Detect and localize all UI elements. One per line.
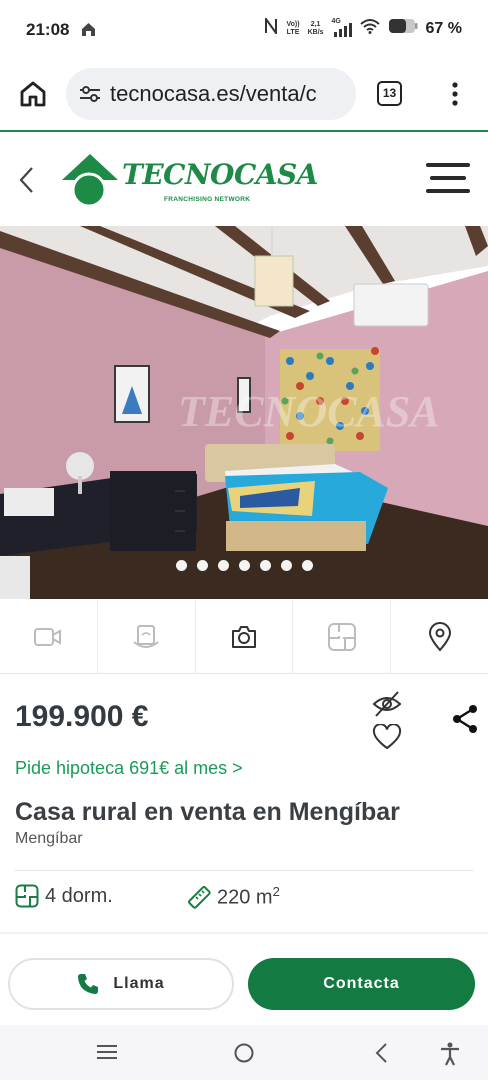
property-photo[interactable]: TECNOCASA xyxy=(0,226,488,599)
tab-switcher-button[interactable]: 13 xyxy=(377,81,402,106)
signal-icon: 4G xyxy=(332,18,352,38)
network-speed: 2,1 KB/s xyxy=(307,20,324,36)
hide-listing-icon[interactable] xyxy=(372,690,402,723)
photos-tab[interactable] xyxy=(196,600,294,673)
nfc-icon xyxy=(264,15,278,39)
contact-label: Contacta xyxy=(323,975,400,992)
area-feature: 220 m2 xyxy=(187,884,280,910)
carousel-dot[interactable] xyxy=(217,560,229,571)
listing-price: 199.900 € xyxy=(15,700,149,733)
status-time: 21:08 xyxy=(26,20,70,39)
video-icon xyxy=(34,627,62,646)
browser-menu-icon[interactable] xyxy=(444,80,466,113)
photo-watermark: TECNOCASA xyxy=(178,387,440,436)
carousel-dot[interactable] xyxy=(259,560,271,571)
virtual-tour-icon xyxy=(133,624,159,648)
carousel-dot[interactable] xyxy=(196,560,208,571)
video-tab[interactable] xyxy=(0,600,98,673)
status-bar: 21:08 Vo)) LTE 2,1 KB/s 4G 67 % xyxy=(0,0,488,60)
area-value: 220 m2 xyxy=(217,884,280,909)
battery-percent: 67 % xyxy=(425,19,462,37)
volte-indicator: Vo)) LTE xyxy=(286,20,300,36)
carousel-dot[interactable] xyxy=(301,560,313,571)
site-header: TECNOCASA FRANCHISING NETWORK xyxy=(0,132,488,226)
recent-apps-icon[interactable] xyxy=(96,1042,118,1067)
carousel-dot[interactable] xyxy=(175,560,187,571)
system-navigation-bar xyxy=(0,1025,488,1080)
back-chevron-icon[interactable] xyxy=(16,165,38,200)
bedrooms-feature: 4 dorm. xyxy=(15,884,113,908)
divider xyxy=(15,870,473,871)
media-tabs xyxy=(0,600,488,674)
call-label: Llama xyxy=(113,975,165,992)
battery-icon xyxy=(388,18,418,39)
location-pin-icon xyxy=(428,621,451,651)
bedroom-photo: TECNOCASA xyxy=(0,226,488,599)
bedrooms-value: 4 dorm. xyxy=(45,884,113,907)
call-button[interactable]: Llama xyxy=(8,958,234,1010)
phone-icon xyxy=(78,974,99,994)
home-indicator-icon xyxy=(80,21,97,42)
contact-button[interactable]: Contacta xyxy=(248,958,475,1010)
virtual-tour-tab[interactable] xyxy=(98,600,196,673)
back-button-icon[interactable] xyxy=(373,1042,391,1069)
divider xyxy=(0,932,488,934)
mortgage-link[interactable]: Pide hipoteca 691€ al mes > xyxy=(15,758,243,779)
site-settings-icon[interactable] xyxy=(78,84,102,109)
url-bar[interactable]: tecnocasa.es/venta/c xyxy=(66,68,356,120)
url-text: tecnocasa.es/venta/c xyxy=(110,81,317,106)
floorplan-icon xyxy=(327,622,356,651)
browser-toolbar: tecnocasa.es/venta/c 13 xyxy=(0,60,488,130)
carousel-indicator[interactable] xyxy=(0,560,488,571)
contact-action-bar: Llama Contacta xyxy=(0,945,488,1025)
ruler-icon xyxy=(188,885,211,909)
listing-title: Casa rural en venta en Mengíbar xyxy=(15,798,400,826)
browser-home-icon[interactable] xyxy=(18,80,48,113)
home-button-icon[interactable] xyxy=(233,1042,255,1069)
floorplan-tab[interactable] xyxy=(293,600,392,673)
camera-icon xyxy=(231,625,256,648)
map-tab[interactable] xyxy=(391,600,488,673)
wifi-icon xyxy=(359,18,380,39)
favorite-heart-icon[interactable] xyxy=(372,723,402,755)
carousel-dot[interactable] xyxy=(238,560,250,571)
floorplan-icon xyxy=(15,884,39,908)
share-icon[interactable] xyxy=(450,704,480,739)
listing-location: Mengíbar xyxy=(15,830,83,847)
carousel-dot[interactable] xyxy=(280,560,292,571)
accessibility-icon[interactable] xyxy=(440,1042,460,1071)
menu-icon[interactable] xyxy=(426,161,470,200)
